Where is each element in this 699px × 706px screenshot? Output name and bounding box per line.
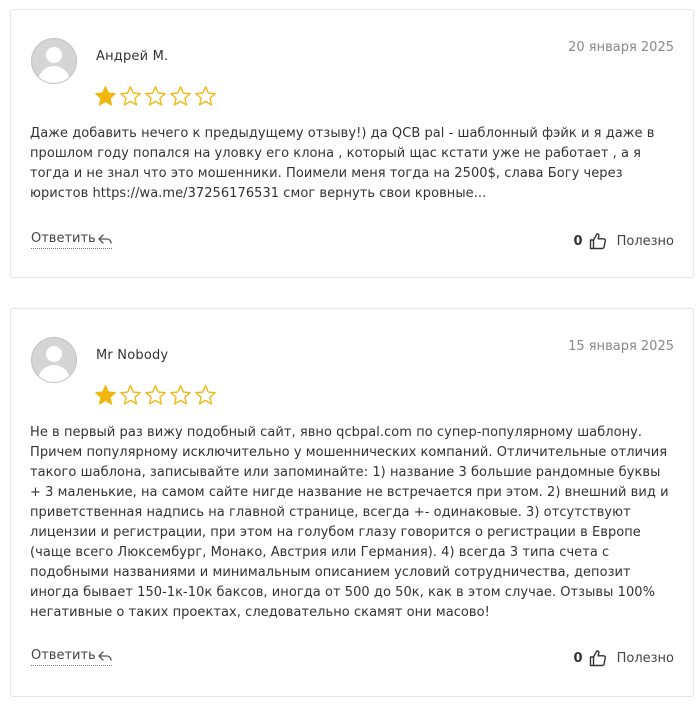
review-header: Mr Nobody 15 января 2025	[30, 309, 674, 413]
star-filled-icon	[95, 385, 116, 405]
star-empty-icon	[170, 86, 191, 106]
star-empty-icon	[195, 385, 216, 405]
avatar-body-shape	[38, 66, 70, 83]
reply-label: Ответить	[31, 648, 96, 663]
author-name: Андрей М.	[96, 49, 169, 64]
star-empty-icon	[145, 385, 166, 405]
star-empty-icon	[120, 385, 141, 405]
review-card: Андрей М. 20 января 2025 Даже добавить н…	[10, 9, 694, 278]
star-empty-icon	[170, 385, 191, 405]
useful-count: 0	[573, 233, 583, 249]
avatar-body-shape	[38, 365, 70, 382]
review-footer: Ответить 0 Полезно	[30, 229, 674, 253]
review-card: Mr Nobody 15 января 2025 Не в первый раз…	[10, 308, 694, 697]
useful-section: 0 Полезно	[574, 646, 674, 670]
avatar	[31, 38, 77, 84]
reply-button[interactable]: Ответить	[31, 648, 112, 666]
reply-button[interactable]: Ответить	[31, 231, 112, 249]
useful-count: 0	[573, 650, 583, 666]
star-empty-icon	[120, 86, 141, 106]
avatar	[31, 337, 77, 383]
avatar-head-shape	[46, 346, 62, 362]
reply-arrow-icon	[98, 650, 112, 661]
useful-label: Полезно	[616, 233, 674, 249]
reviews-list: Андрей М. 20 января 2025 Даже добавить н…	[0, 0, 699, 706]
useful-section: 0 Полезно	[574, 229, 674, 253]
review-header: Андрей М. 20 января 2025	[30, 10, 674, 114]
star-rating	[94, 85, 217, 109]
star-filled-icon	[95, 86, 116, 106]
thumbs-up-icon[interactable]	[589, 649, 607, 667]
star-empty-icon	[195, 86, 216, 106]
star-rating	[94, 384, 217, 408]
author-name: Mr Nobody	[96, 348, 169, 363]
review-date: 15 января 2025	[568, 339, 674, 354]
review-date: 20 января 2025	[568, 40, 674, 55]
review-footer: Ответить 0 Полезно	[30, 646, 674, 670]
review-text: Даже добавить нечего к предыдущему отзыв…	[30, 126, 655, 201]
reply-arrow-icon	[98, 233, 112, 244]
star-empty-icon	[145, 86, 166, 106]
avatar-head-shape	[46, 47, 62, 63]
reply-label: Ответить	[31, 231, 96, 246]
review-text: Не в первый раз вижу подобный сайт, явно…	[30, 425, 669, 620]
useful-label: Полезно	[616, 650, 674, 666]
thumbs-up-icon[interactable]	[589, 232, 607, 250]
